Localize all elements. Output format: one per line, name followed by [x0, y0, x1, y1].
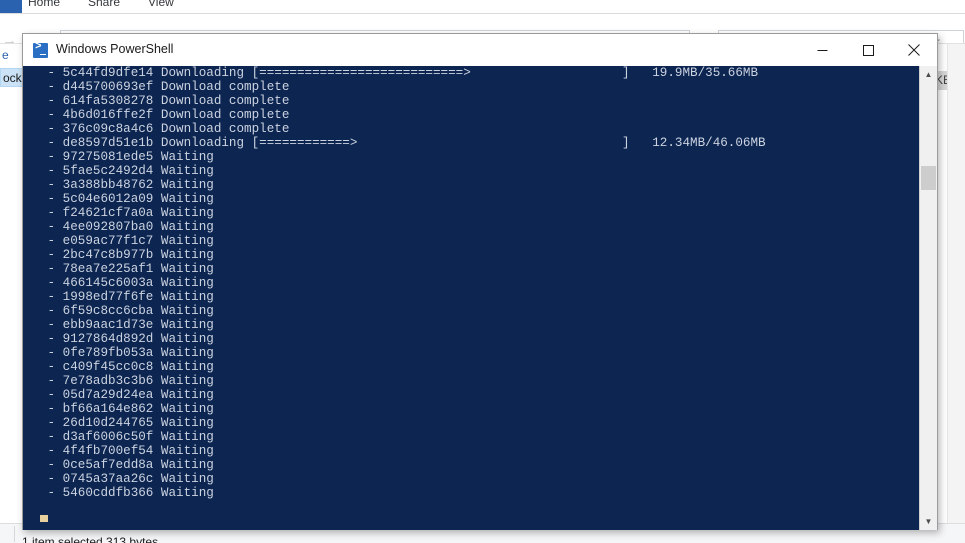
console-line: - 0ce5af7edd8a Waiting28.4s [40, 458, 471, 472]
console-line: - 05d7a29d24ea Waiting28.4s [40, 388, 471, 402]
powershell-window[interactable]: Windows PowerShell [22, 33, 938, 530]
console-line-main: - 466145c6003a Waiting [40, 276, 214, 290]
console-line: - 0745a37aa26c Waiting28.4s [40, 472, 471, 486]
console-line: - 5fae5c2492d4 Waiting28.4s [40, 164, 471, 178]
console-line-main: - 05d7a29d24ea Waiting [40, 388, 214, 402]
console-line: - 2bc47c8b977b Waiting28.4s [40, 248, 471, 262]
console-line-main: - 0745a37aa26c Waiting [40, 472, 214, 486]
console-line-main: - c409f45cc0c8 Waiting [40, 360, 214, 374]
console-line: - 5460cddfb366 Waiting28.4s [40, 486, 471, 500]
ribbon-file-tab[interactable] [0, 0, 22, 14]
screen: Home Share View → ⌄ ↑ ›This PC›Desktop›N… [0, 0, 965, 543]
console-line-main: - 376c09c8a4c6 Download complete [40, 122, 290, 136]
console-line-main: - 0fe789fb053a Waiting [40, 346, 214, 360]
ribbon-tab-strip: Home Share View [0, 0, 965, 14]
explorer-vertical-scrollbar[interactable] [947, 44, 965, 524]
console-line: - 78ea7e225af1 Waiting28.4s [40, 262, 471, 276]
console-line-main: - de8597d51e1b Downloading [============… [40, 136, 358, 150]
console-line-main: - 1998ed77f6fe Waiting [40, 290, 214, 304]
console-line: - 9127864d892d Waiting28.4s [40, 332, 471, 346]
console-line-main: - 4ee092807ba0 Waiting [40, 220, 214, 234]
scrollbar-thumb[interactable] [921, 166, 936, 190]
console-line-main: - 78ea7e225af1 Waiting [40, 262, 214, 276]
console-line: - 4ee092807ba0 Waiting28.4s [40, 220, 471, 234]
window-title: Windows PowerShell [56, 42, 174, 56]
close-button[interactable] [891, 34, 937, 66]
console-progress-end: ] 19.9MB/35.66MB [622, 66, 759, 80]
console-line: - 376c09c8a4c6 Download complete28.4s [40, 122, 471, 136]
console-line: - e059ac77f1c7 Waiting28.4s [40, 234, 471, 248]
powershell-icon [33, 43, 48, 58]
console-line-main: - 5fae5c2492d4 Waiting [40, 164, 214, 178]
console-line-main: - e059ac77f1c7 Waiting [40, 234, 214, 248]
console-line: - de8597d51e1b Downloading [============… [40, 136, 766, 150]
console-line: - 0fe789fb053a Waiting28.4s [40, 346, 471, 360]
console-line-main: - d3af6006c50f Waiting [40, 430, 214, 444]
powershell-title-bar[interactable]: Windows PowerShell [23, 34, 937, 66]
console-line: - 5c44fd9dfe14 Downloading [============… [40, 66, 759, 80]
console-line-main: - 2bc47c8b977b Waiting [40, 248, 214, 262]
console-line: - d445700693ef Download complete28.4s [40, 80, 471, 94]
console-line: - 6f59c8cc6cba Waiting28.4s [40, 304, 471, 318]
console-line-main: - 97275081ede5 Waiting [40, 150, 214, 164]
console-line: - 97275081ede5 Waiting28.4s [40, 150, 471, 164]
scroll-down-chevron-down-icon[interactable]: ▼ [920, 513, 937, 530]
powershell-client-area: - 5c44fd9dfe14 Downloading [============… [23, 66, 937, 530]
console-line-main: - 7e78adb3c3b6 Waiting [40, 374, 214, 388]
console-line-main: - 6f59c8cc6cba Waiting [40, 304, 214, 318]
console-output[interactable]: - 5c44fd9dfe14 Downloading [============… [23, 66, 920, 530]
console-line-main: - 9127864d892d Waiting [40, 332, 214, 346]
console-line-main: - ebb9aac1d73e Waiting [40, 318, 214, 332]
nav-pane-item-partial[interactable]: e [2, 48, 9, 62]
scroll-up-chevron-up-icon[interactable]: ▲ [920, 66, 937, 83]
minimize-button[interactable] [799, 34, 845, 66]
console-line: - 26d10d244765 Waiting28.4s [40, 416, 471, 430]
console-progress-end: ] 12.34MB/46.06MB [622, 136, 766, 150]
console-line-main: - 5460cddfb366 Waiting [40, 486, 214, 500]
console-line-main: - d445700693ef Download complete [40, 80, 290, 94]
console-line-main: - 4b6d016ffe2f Download complete [40, 108, 290, 122]
console-line: - d3af6006c50f Waiting28.4s [40, 430, 471, 444]
navigation-pane: e ocke [0, 44, 80, 524]
console-line: - 1998ed77f6fe Waiting28.4s [40, 290, 471, 304]
console-line-main: - 3a388bb48762 Waiting [40, 178, 214, 192]
console-cursor [40, 515, 48, 522]
console-line: - 3a388bb48762 Waiting28.4s [40, 178, 471, 192]
status-text: 1 item selected 313 bytes [22, 535, 159, 543]
console-line: - 4f4fb700ef54 Waiting28.4s [40, 444, 471, 458]
console-line: - ebb9aac1d73e Waiting28.4s [40, 318, 471, 332]
console-line-list: - 5c44fd9dfe14 Downloading [============… [40, 66, 766, 500]
tab-view[interactable]: View [148, 0, 174, 9]
console-line: - 614fa5308278 Download complete28.4s [40, 94, 471, 108]
console-line: - 466145c6003a Waiting28.4s [40, 276, 471, 290]
maximize-button[interactable] [845, 34, 891, 66]
console-line-main: - 0ce5af7edd8a Waiting [40, 458, 214, 472]
console-line-main: - 5c44fd9dfe14 Downloading [============… [40, 66, 471, 80]
console-line-main: - 5c04e6012a09 Waiting [40, 192, 214, 206]
status-divider [14, 526, 15, 542]
console-vertical-scrollbar[interactable]: ▲ ▼ [919, 66, 937, 530]
console-line: - c409f45cc0c8 Waiting28.4s [40, 360, 471, 374]
console-line-main: - bf66a164e862 Waiting [40, 402, 214, 416]
console-line: - 4b6d016ffe2f Download complete28.4s [40, 108, 471, 122]
window-controls [799, 34, 937, 66]
console-line-main: - f24621cf7a0a Waiting [40, 206, 214, 220]
console-line: - bf66a164e862 Waiting28.4s [40, 402, 471, 416]
tab-share[interactable]: Share [88, 0, 120, 9]
console-line: - 5c04e6012a09 Waiting28.4s [40, 192, 471, 206]
console-line: - f24621cf7a0a Waiting28.4s [40, 206, 471, 220]
console-line-main: - 4f4fb700ef54 Waiting [40, 444, 214, 458]
console-line: - 7e78adb3c3b6 Waiting28.4s [40, 374, 471, 388]
tab-home[interactable]: Home [28, 0, 60, 9]
console-line-main: - 614fa5308278 Download complete [40, 94, 290, 108]
console-line-main: - 26d10d244765 Waiting [40, 416, 214, 430]
